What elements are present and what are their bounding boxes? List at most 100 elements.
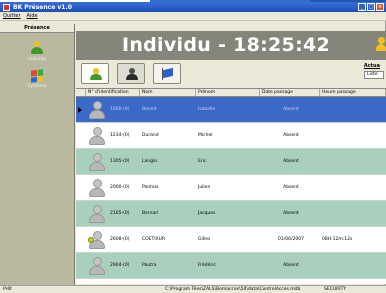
cell-id-text: 2904-(0) bbox=[110, 263, 130, 268]
cell-nom: Langlo bbox=[142, 159, 157, 164]
row-selector[interactable] bbox=[76, 149, 86, 174]
table-header: N° d'identification Nom Prénom Date pass… bbox=[76, 89, 386, 97]
status-text: Prêt bbox=[3, 287, 12, 292]
cell-prenom: Michel bbox=[198, 133, 213, 138]
cell-heure bbox=[320, 123, 386, 148]
app-icon bbox=[3, 3, 10, 11]
sidebar: Présence Individu Système bbox=[0, 24, 75, 286]
column-header-id[interactable]: N° d'identification bbox=[86, 89, 140, 96]
table-row[interactable]: 2608-(0) COETIXUR Gilles 01/06/2007 08H:12m:… bbox=[76, 227, 386, 253]
row-pointer-icon bbox=[78, 106, 82, 113]
cell-date: Absent bbox=[283, 211, 299, 216]
title-bar: BK Présence v1.0 _ □ × bbox=[0, 2, 386, 12]
cell-id-text: 1305-(0) bbox=[110, 159, 130, 164]
person-icon bbox=[90, 68, 102, 80]
sidebar-item-individu[interactable]: Individu bbox=[0, 41, 74, 62]
cell-nom: Bernari bbox=[142, 211, 159, 216]
cell-heure bbox=[320, 201, 386, 226]
avatar-icon bbox=[88, 178, 106, 197]
cell-prenom: Frédéric bbox=[198, 263, 216, 268]
cell-id-text: 2165-(0) bbox=[110, 211, 130, 216]
tab-individual[interactable] bbox=[81, 63, 109, 84]
table-row[interactable]: 1234-(0) Durand Michel Absent bbox=[76, 123, 386, 149]
cell-date: Absent bbox=[283, 107, 299, 112]
table-row[interactable]: 1305-(0) Langlo Eric Absent bbox=[76, 149, 386, 175]
cell-id: 1234-(0) bbox=[86, 123, 140, 148]
avatar-icon bbox=[88, 230, 106, 249]
window-title: BK Présence v1.0 bbox=[13, 3, 72, 11]
table-row[interactable]: 2000-(0) Pantaix Julien Absent bbox=[76, 175, 386, 201]
cell-heure: 08H:12m:12s bbox=[322, 237, 353, 242]
sidebar-header: Présence bbox=[0, 24, 74, 33]
menu-quitter[interactable]: Quitter bbox=[3, 13, 21, 19]
sidebar-item-label: Système bbox=[27, 84, 47, 89]
filter-label: Actua bbox=[363, 63, 380, 69]
avatar-icon bbox=[88, 256, 106, 275]
tab-flag[interactable] bbox=[153, 63, 181, 84]
row-selector[interactable] bbox=[76, 175, 86, 200]
cell-prenom: Julien bbox=[198, 185, 211, 190]
cell-prenom: Gilles bbox=[198, 237, 211, 242]
header-selector bbox=[76, 89, 86, 96]
cell-nom: COETIXUR bbox=[142, 237, 166, 242]
cell-date: Absent bbox=[283, 159, 299, 164]
avatar-icon bbox=[88, 152, 106, 171]
column-header-prenom[interactable]: Prénom bbox=[196, 89, 260, 96]
toolbar: Actua Liste bbox=[76, 60, 386, 88]
cell-id: 1305-(0) bbox=[86, 149, 140, 174]
cell-heure bbox=[320, 97, 386, 122]
cell-prenom: Isabelle bbox=[198, 107, 216, 112]
cell-prenom: Eric bbox=[198, 159, 207, 164]
row-selector[interactable] bbox=[76, 227, 86, 252]
status-user: SECURITY bbox=[324, 287, 347, 292]
cell-date: Absent bbox=[283, 133, 299, 138]
cell-id: 2904-(0) bbox=[86, 253, 140, 278]
cell-id: 1000-(0) bbox=[86, 97, 140, 122]
table-row[interactable]: 1000-(0) Benoit Isabelle Absent bbox=[76, 97, 386, 123]
cell-id: 2000-(0) bbox=[86, 175, 140, 200]
menu-bar: Quitter Aide bbox=[0, 12, 386, 21]
close-icon[interactable]: × bbox=[376, 3, 384, 11]
cell-heure bbox=[320, 149, 386, 174]
windows-icon bbox=[31, 69, 43, 83]
row-selector[interactable] bbox=[76, 123, 86, 148]
cell-date: Absent bbox=[283, 263, 299, 268]
cell-id: 2165-(0) bbox=[86, 201, 140, 226]
table-row[interactable]: 2165-(0) Bernari Jacques Absent bbox=[76, 201, 386, 227]
tab-group[interactable] bbox=[117, 63, 145, 84]
cell-prenom: Jacques bbox=[198, 211, 216, 216]
row-selector[interactable] bbox=[76, 97, 86, 122]
person-logo-icon bbox=[376, 37, 386, 51]
avatar-icon bbox=[88, 204, 106, 223]
avatar-icon bbox=[88, 126, 106, 145]
flag-icon bbox=[163, 67, 173, 79]
people-table: N° d'identification Nom Prénom Date pass… bbox=[76, 88, 386, 284]
column-header-date[interactable]: Date passage bbox=[260, 89, 320, 96]
table-body: 1000-(0) Benoit Isabelle Absent 1234-(0) Dura… bbox=[76, 97, 386, 279]
sidebar-item-label: Individu bbox=[28, 57, 46, 62]
cell-id-text: 1234-(0) bbox=[110, 133, 130, 138]
page-header: Individu - 18:25:42 bbox=[76, 31, 386, 60]
row-selector[interactable] bbox=[76, 253, 86, 278]
filter-select[interactable]: Liste bbox=[364, 71, 384, 79]
cell-date: 01/06/2007 bbox=[278, 237, 304, 242]
maximize-icon[interactable]: □ bbox=[367, 3, 375, 11]
cell-heure bbox=[320, 253, 386, 278]
cell-id: 2608-(0) bbox=[86, 227, 140, 252]
row-selector[interactable] bbox=[76, 201, 86, 226]
cell-nom: Pautra bbox=[142, 263, 157, 268]
person-icon bbox=[30, 41, 44, 55]
column-header-heure[interactable]: Heure passage bbox=[320, 89, 386, 96]
menu-aide[interactable]: Aide bbox=[27, 13, 38, 19]
cell-id-text: 1000-(0) bbox=[110, 107, 130, 112]
cell-heure bbox=[320, 175, 386, 200]
sidebar-item-systeme[interactable]: Système bbox=[0, 69, 74, 89]
cell-date: Absent bbox=[283, 185, 299, 190]
avatar-icon bbox=[88, 100, 106, 119]
table-row[interactable]: 2904-(0) Pautra Frédéric Absent bbox=[76, 253, 386, 279]
page-title: Individu - 18:25:42 bbox=[121, 34, 331, 56]
column-header-nom[interactable]: Nom bbox=[140, 89, 196, 96]
minimize-icon[interactable]: _ bbox=[358, 3, 366, 11]
window-controls: _ □ × bbox=[358, 3, 384, 11]
cell-nom: Durand bbox=[142, 133, 159, 138]
